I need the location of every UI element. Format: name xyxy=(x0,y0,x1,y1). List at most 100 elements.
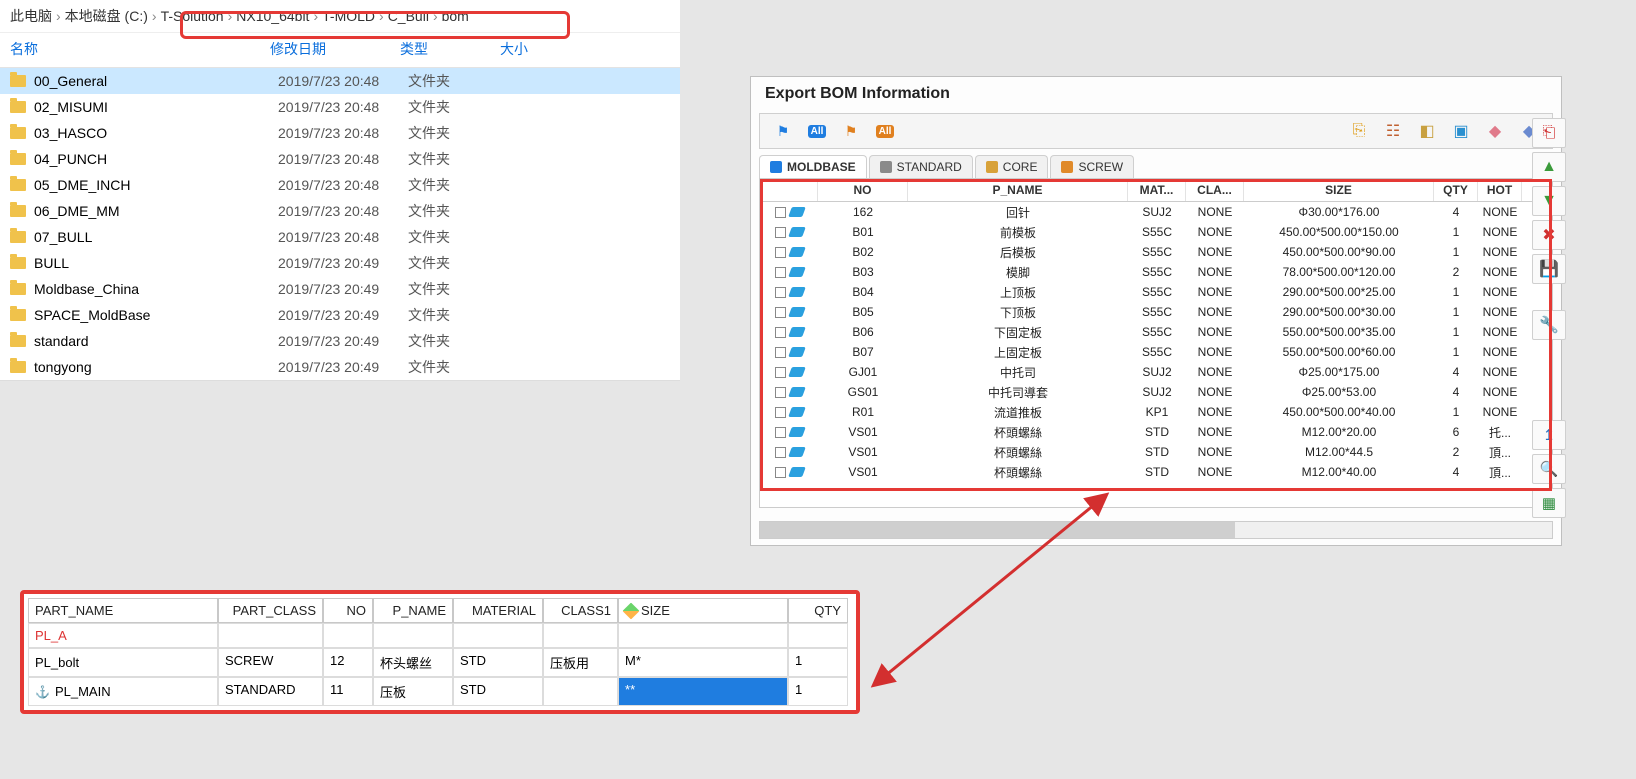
cell-size[interactable] xyxy=(618,623,788,648)
row-checkbox[interactable] xyxy=(775,447,786,458)
cell-part[interactable]: ⚓PL_MAIN xyxy=(28,677,218,706)
cell-pname[interactable]: 压板 xyxy=(373,677,453,706)
folder-row[interactable]: Moldbase_China2019/7/23 20:49文件夹 xyxy=(0,276,680,302)
arrow-tool-button[interactable]: ↥ xyxy=(1532,420,1566,450)
cell-pname[interactable]: 杯头螺丝 xyxy=(373,648,453,677)
bom-row[interactable]: B01前模板S55CNONE450.00*500.00*150.001NONE xyxy=(760,222,1552,242)
export-button[interactable]: ⎘ xyxy=(1344,118,1374,144)
bom-row[interactable]: 162回针SUJ2NONEΦ30.00*176.004NONE xyxy=(760,202,1552,222)
arrow-down-button[interactable]: ▼ xyxy=(1532,186,1566,216)
table-row[interactable]: ⚓PL_MAINSTANDARD11压板STD**1 xyxy=(28,677,852,706)
row-checkbox[interactable] xyxy=(775,267,786,278)
excel-button[interactable]: ▦ xyxy=(1532,488,1566,518)
cell-mat[interactable] xyxy=(453,623,543,648)
cell-pname[interactable] xyxy=(373,623,453,648)
explorer-column-headers[interactable]: 名称 修改日期 类型 大小 xyxy=(0,33,680,68)
bom-grid-headers[interactable]: NO P_NAME MAT... CLA... SIZE QTY HOT xyxy=(760,179,1552,202)
bom-row[interactable]: B07上固定板S55CNONE550.00*500.00*60.001NONE xyxy=(760,342,1552,362)
row-checkbox[interactable] xyxy=(775,427,786,438)
bom-row[interactable]: GS01中托司導套SUJ2NONEΦ25.00*53.004NONE xyxy=(760,382,1552,402)
cube-button[interactable]: ◧ xyxy=(1412,118,1442,144)
breadcrumb-item[interactable]: 本地磁盘 (C:) xyxy=(65,6,148,26)
col-hot[interactable]: HOT xyxy=(1478,179,1522,201)
breadcrumb-item[interactable]: T-MOLD xyxy=(322,8,375,24)
bom-row[interactable]: VS01杯頭螺絲STDNONEM12.00*44.52頂... xyxy=(760,442,1552,462)
find-button[interactable]: 🔍 xyxy=(1532,454,1566,484)
col-size[interactable]: SIZE xyxy=(1244,179,1434,201)
row-checkbox[interactable] xyxy=(775,347,786,358)
folder-row[interactable]: 03_HASCO2019/7/23 20:48文件夹 xyxy=(0,120,680,146)
row-checkbox[interactable] xyxy=(775,407,786,418)
tab-standard[interactable]: STANDARD xyxy=(869,155,973,178)
tab-moldbase[interactable]: MOLDBASE xyxy=(759,155,867,178)
folder-row[interactable]: tongyong2019/7/23 20:49文件夹 xyxy=(0,354,680,380)
bom-row[interactable]: R01流道推板KP1NONE450.00*500.00*40.001NONE xyxy=(760,402,1552,422)
bom-row[interactable]: B03模脚S55CNONE78.00*500.00*120.002NONE xyxy=(760,262,1552,282)
flag-orange-button[interactable]: ⚑ xyxy=(836,118,866,144)
col-qty[interactable]: QTY xyxy=(1434,179,1478,201)
row-checkbox[interactable] xyxy=(775,367,786,378)
cell-qty[interactable]: 1 xyxy=(788,648,848,677)
cell-part[interactable]: PL_bolt xyxy=(28,648,218,677)
col-pname[interactable]: P_NAME xyxy=(373,598,453,623)
flag-blue-button[interactable]: ⚑ xyxy=(768,118,798,144)
save-button[interactable]: 💾 xyxy=(1532,254,1566,284)
col-no[interactable]: NO xyxy=(818,179,908,201)
bottom-table-headers[interactable]: PART_NAME PART_CLASS NO P_NAME MATERIAL … xyxy=(28,598,852,623)
row-checkbox[interactable] xyxy=(775,247,786,258)
col-cla[interactable]: CLA... xyxy=(1186,179,1244,201)
bom-row[interactable]: VS01杯頭螺絲STDNONEM12.00*40.004頂... xyxy=(760,462,1552,482)
cell-size[interactable]: ** xyxy=(618,677,788,706)
scrollbar-thumb[interactable] xyxy=(760,522,1235,538)
cell-class[interactable] xyxy=(218,623,323,648)
cell-no[interactable]: 11 xyxy=(323,677,373,706)
tree-button[interactable]: ☷ xyxy=(1378,118,1408,144)
cell-part[interactable]: PL_A xyxy=(28,623,218,648)
col-header-size[interactable]: 大小 xyxy=(500,39,670,59)
folder-row[interactable]: 00_General2019/7/23 20:48文件夹 xyxy=(0,68,680,94)
breadcrumb-item[interactable]: bom xyxy=(442,8,469,24)
row-checkbox[interactable] xyxy=(775,307,786,318)
folder-row[interactable]: 05_DME_INCH2019/7/23 20:48文件夹 xyxy=(0,172,680,198)
arrow-up-button[interactable]: ▲ xyxy=(1532,152,1566,182)
folder-row[interactable]: standard2019/7/23 20:49文件夹 xyxy=(0,328,680,354)
bom-row[interactable]: VS01杯頭螺絲STDNONEM12.00*20.006托... xyxy=(760,422,1552,442)
cell-cls1[interactable] xyxy=(543,623,618,648)
diamond1-button[interactable]: ◆ xyxy=(1480,118,1510,144)
bom-row[interactable]: B05下顶板S55CNONE290.00*500.00*30.001NONE xyxy=(760,302,1552,322)
bom-row[interactable]: B02后模板S55CNONE450.00*500.00*90.001NONE xyxy=(760,242,1552,262)
col-pname[interactable]: P_NAME xyxy=(908,179,1128,201)
tab-core[interactable]: CORE xyxy=(975,155,1049,178)
cell-cls1[interactable]: 压板用 xyxy=(543,648,618,677)
table-row[interactable]: PL_A xyxy=(28,623,852,648)
import-red-button[interactable]: ⎗ xyxy=(1532,118,1566,148)
folder-row[interactable]: 02_MISUMI2019/7/23 20:48文件夹 xyxy=(0,94,680,120)
row-checkbox[interactable] xyxy=(775,327,786,338)
table-row[interactable]: PL_boltSCREW12杯头螺丝STD压板用M*1 xyxy=(28,648,852,677)
horizontal-scrollbar[interactable] xyxy=(759,521,1553,539)
col-part-name[interactable]: PART_NAME xyxy=(28,598,218,623)
breadcrumb[interactable]: 此电脑›本地磁盘 (C:)›T-Solution›NX10_64bit›T-MO… xyxy=(0,0,680,33)
cell-size[interactable]: M* xyxy=(618,648,788,677)
col-class1[interactable]: CLASS1 xyxy=(543,598,618,623)
bom-row[interactable]: B06下固定板S55CNONE550.00*500.00*35.001NONE xyxy=(760,322,1552,342)
col-header-type[interactable]: 类型 xyxy=(400,39,500,59)
monitor-button[interactable]: ▣ xyxy=(1446,118,1476,144)
row-checkbox[interactable] xyxy=(775,467,786,478)
breadcrumb-item[interactable]: NX10_64bit xyxy=(236,8,309,24)
cell-qty[interactable] xyxy=(788,623,848,648)
breadcrumb-item[interactable]: 此电脑 xyxy=(10,6,52,26)
flag-orange-all-button[interactable]: All xyxy=(870,118,900,144)
folder-row[interactable]: 06_DME_MM2019/7/23 20:48文件夹 xyxy=(0,198,680,224)
row-checkbox[interactable] xyxy=(775,387,786,398)
cell-qty[interactable]: 1 xyxy=(788,677,848,706)
cell-mat[interactable]: STD xyxy=(453,648,543,677)
col-material[interactable]: MATERIAL xyxy=(453,598,543,623)
folder-row[interactable]: SPACE_MoldBase2019/7/23 20:49文件夹 xyxy=(0,302,680,328)
tab-screw[interactable]: SCREW xyxy=(1050,155,1134,178)
flag-blue-all-button[interactable]: All xyxy=(802,118,832,144)
folder-row[interactable]: 07_BULL2019/7/23 20:48文件夹 xyxy=(0,224,680,250)
folder-row[interactable]: 04_PUNCH2019/7/23 20:48文件夹 xyxy=(0,146,680,172)
cell-no[interactable] xyxy=(323,623,373,648)
cell-class[interactable]: STANDARD xyxy=(218,677,323,706)
